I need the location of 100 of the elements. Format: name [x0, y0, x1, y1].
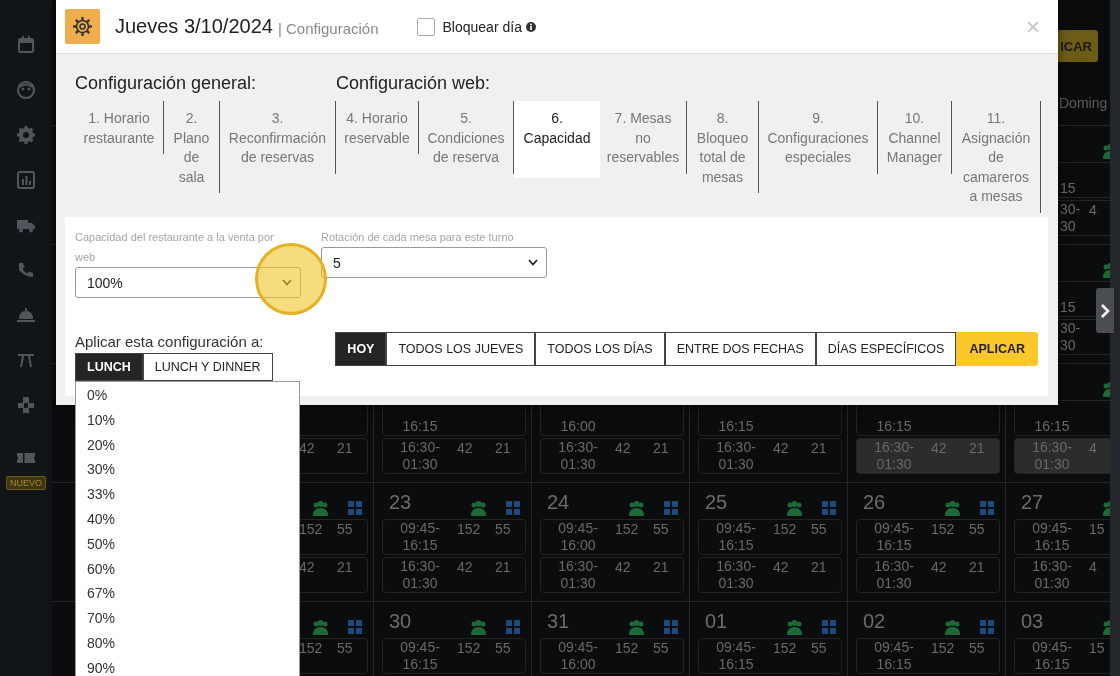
dropdown-option[interactable]: 20%	[76, 432, 299, 458]
settings-tab[interactable]: 8. Bloqueo total de mesas	[687, 101, 759, 193]
tables-icon	[348, 620, 362, 634]
time-slot[interactable]: 16:30- 01:30 42 21	[382, 557, 526, 593]
puzzle-icon[interactable]	[16, 395, 36, 415]
scope-button[interactable]: HOY	[335, 332, 387, 366]
slot-time: 09:45- 16:15	[1031, 520, 1073, 554]
scope-button[interactable]: TODOS LOS JUEVES	[386, 332, 536, 366]
face-icon[interactable]	[16, 80, 36, 100]
covers-count: 42	[931, 558, 948, 576]
cloche-icon[interactable]	[16, 305, 36, 325]
time-slot[interactable]: 09:45- 16:15 152 55	[698, 519, 842, 555]
tables-count: 55	[337, 639, 354, 657]
settings-tab[interactable]: 9. Configuraciones especiales	[759, 101, 878, 174]
settings-icon[interactable]	[16, 125, 36, 145]
time-slot[interactable]: 09:45- 16:15 152 55	[856, 638, 1000, 674]
covers-count: 42	[615, 439, 632, 457]
dropdown-option[interactable]: 0%	[76, 383, 299, 408]
slot-time: 15	[1060, 299, 1077, 316]
day-number: 25	[704, 491, 729, 514]
time-slot[interactable]: 16:30- 01:30 4	[1014, 438, 1110, 474]
phone-icon[interactable]	[16, 260, 36, 280]
slot-time: 16:30- 01:30	[873, 558, 915, 592]
tables-icon	[348, 501, 362, 515]
settings-tab[interactable]: 6. Capacidad	[514, 101, 600, 178]
new-badge: NUEVO	[6, 476, 46, 490]
tables-icon	[980, 620, 994, 634]
weekday-header: Doming	[1058, 95, 1109, 113]
tables-count: 21	[337, 558, 354, 576]
select-field[interactable]: 100%	[75, 267, 301, 298]
time-slot[interactable]: 16:30- 01:30 42 21	[856, 438, 1000, 474]
slot-time: 16:00	[559, 418, 597, 435]
settings-tab[interactable]: 1. Horario restaurante	[75, 101, 164, 154]
slot-time: 16:15	[717, 418, 755, 435]
shift-toggle[interactable]: LUNCH	[75, 353, 143, 381]
tables-count: 21	[495, 439, 512, 457]
section-heading: Configuración general:	[75, 73, 258, 95]
tables-count: 55	[969, 639, 986, 657]
dropdown-option[interactable]: 50%	[76, 531, 299, 557]
dropdown-option[interactable]: 67%	[76, 581, 299, 607]
chevron-down-icon	[528, 259, 538, 266]
time-slot[interactable]: 16:30- 01:30 42 21	[698, 438, 842, 474]
covers-count: 42	[457, 558, 474, 576]
scope-button[interactable]: DÍAS ESPECÍFICOS	[815, 332, 957, 366]
shift-toggle[interactable]: LUNCH Y DINNER	[142, 353, 273, 381]
covers-count: 152	[773, 520, 798, 538]
scope-button[interactable]: ENTRE DOS FECHAS	[664, 332, 816, 366]
field-label: Rotación de cada mesa para este turno	[321, 230, 515, 245]
tables-count: 21	[969, 439, 986, 457]
dropdown-option[interactable]: 33%	[76, 482, 299, 507]
slot-time: 09:45- 16:15	[715, 639, 757, 673]
dropdown-option[interactable]: 60%	[76, 556, 299, 582]
day-number: 27	[1020, 491, 1045, 514]
time-slot[interactable]: 09:45- 16:15 152 55	[382, 638, 526, 674]
covers-count: 15	[1089, 520, 1106, 538]
dropdown-option[interactable]: 30%	[76, 457, 299, 483]
dropdown-option[interactable]: 70%	[76, 606, 299, 631]
expand-button[interactable]	[1096, 288, 1114, 333]
time-slot[interactable]: 09:45- 16:15 152 55	[856, 519, 1000, 555]
covers-count: 42	[931, 439, 948, 457]
scope-button[interactable]: TODOS LOS DÍAS	[535, 332, 665, 366]
dropdown-option[interactable]: 40%	[76, 507, 299, 532]
slot-time: 09:45- 16:15	[873, 520, 915, 554]
settings-tab[interactable]: 2. Plano de sala	[164, 101, 220, 193]
time-slot[interactable]: 09:45- 16:00 152 55	[540, 638, 684, 674]
settings-tab[interactable]: 7. Mesas no reservables	[600, 101, 687, 174]
time-slot[interactable]: 09:45- 16:00 152 55	[540, 519, 684, 555]
settings-tab[interactable]: 11. Asignación de camareros a mesas	[952, 101, 1041, 213]
settings-tab[interactable]: 3. Reconfirmación de reservas	[220, 101, 336, 174]
chart-icon[interactable]	[16, 170, 36, 190]
covers-count: 152	[931, 520, 956, 538]
info-icon[interactable]	[525, 21, 536, 32]
dialog-title: Jueves 3/10/2024	[115, 15, 273, 38]
calendar-icon[interactable]	[16, 35, 36, 55]
dropdown-option[interactable]: 80%	[76, 630, 299, 656]
dropdown-option[interactable]: 90%	[76, 655, 299, 676]
block-day-checkbox[interactable]	[416, 17, 435, 36]
time-slot[interactable]: 16:30- 01:30 42 21	[382, 438, 526, 474]
settings-tab[interactable]: 4. Horario reservable	[336, 101, 419, 154]
apply-button[interactable]: APLICAR	[956, 332, 1038, 366]
tables-count: 55	[969, 520, 986, 538]
covers-count: 15	[1089, 639, 1106, 657]
tables-count: 21	[653, 439, 670, 457]
covers-count: 152	[299, 520, 324, 538]
tables-icon	[506, 620, 520, 634]
tables-count: 21	[811, 558, 828, 576]
time-slot[interactable]: 09:45- 16:15 152 55	[382, 519, 526, 555]
covers-count: 152	[457, 639, 482, 657]
select-field[interactable]: 5	[321, 247, 547, 278]
day-number: 24	[546, 491, 571, 514]
time-slot[interactable]: 16:30- 01:30 42 21	[540, 557, 684, 593]
covers-count: 4	[1089, 558, 1098, 576]
dropdown-option[interactable]: 10%	[76, 407, 299, 433]
time-slot[interactable]: 09:45- 16:15 152 55	[698, 638, 842, 674]
covers-count: 152	[931, 639, 956, 657]
time-slot[interactable]: 16:30- 01:30 42 21	[698, 557, 842, 593]
time-slot[interactable]: 16:30- 01:30 42 21	[856, 557, 1000, 593]
tables-count: 21	[337, 439, 354, 457]
time-slot[interactable]: 16:30- 01:30 42 21	[540, 438, 684, 474]
settings-tab[interactable]: 10. Channel Manager	[878, 101, 952, 174]
